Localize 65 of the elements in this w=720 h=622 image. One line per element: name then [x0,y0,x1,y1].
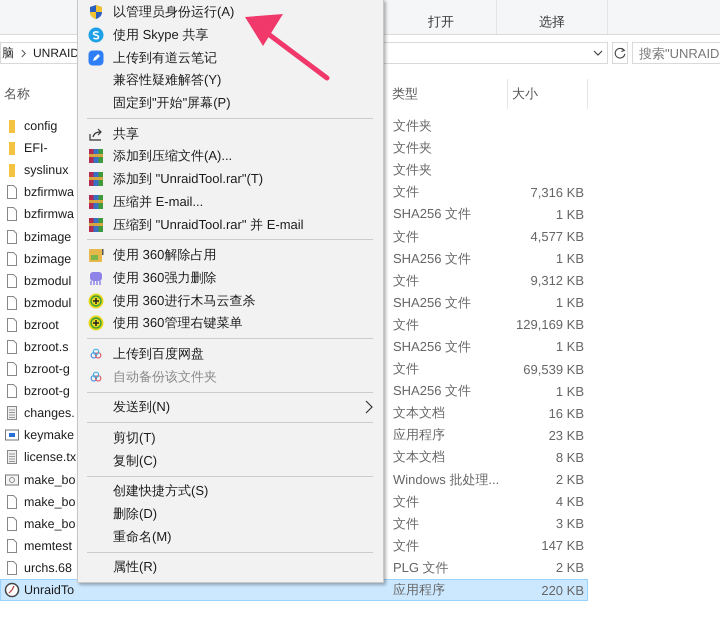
file-type: PLG 文件 [392,558,450,577]
file-size: 1 KB [554,206,584,222]
file-name: keymake [24,428,74,442]
file-name: bzfirmwa [24,185,74,200]
file-name: bzroot-g [24,362,70,376]
file-type: 应用程序 [392,426,446,444]
file-type: SHA256 文件 [392,382,472,400]
file-size: 4 KB [554,494,584,510]
file-size: 129,169 KB [515,317,584,332]
file-size: 1 KB [554,384,584,399]
file-type: SHA256 文件 [392,338,472,356]
file-size: 23 KB [548,428,584,443]
file-size: 2 KB [554,560,584,576]
file-type: SHA256 文件 [392,294,472,312]
file-size: 147 KB [540,538,584,554]
file-size: 69,539 KB [522,362,584,377]
file-name: make_bo [24,494,76,509]
file-type: 文件夹 [392,161,433,180]
file-size: 1 KB [554,295,584,310]
file-name: changes. [24,406,75,420]
file-name: bzroot.s [24,340,68,354]
file-name: bzmodul [24,296,72,310]
file-type: 文件 [392,492,420,511]
file-name: make_bo [24,472,76,487]
file-size: 1 KB [554,339,584,354]
file-type: SHA256 文件 [392,205,472,224]
file-type: 文件 [392,183,420,202]
file-size: 9,312 KB [530,273,584,288]
file-size: 2 KB [554,472,584,488]
file-type: 文本文档 [392,448,446,466]
ribbon-group-label: 选择 [539,13,565,31]
file-size: 7,316 KB [530,184,584,200]
file-name: bzimage [24,230,72,244]
file-size: 8 KB [554,450,584,465]
file-size: 3 KB [554,516,584,532]
file-size: 16 KB [548,406,584,421]
file-name: bzmodul [24,274,72,288]
file-type: 应用程序 [392,581,446,600]
file-name: make_bo [24,516,76,531]
file-type: 文件 [392,536,420,555]
file-name: UnraidTo [24,583,74,598]
file-type: SHA256 文件 [392,250,472,268]
file-name: syslinux [24,163,68,178]
ribbon-group-label: 打开 [428,13,454,31]
file-name: bzroot [24,318,59,332]
file-name: urchs.68 [24,560,72,575]
file-type: 文件 [392,272,420,290]
file-type: 文件 [392,514,420,533]
file-type: 文本文档 [392,404,446,422]
file-name: bzroot-g [24,384,70,398]
file-name: EFI- [24,141,48,156]
file-size: 4,577 KB [530,229,584,244]
file-size: 220 KB [540,582,584,598]
file-type: 文件夹 [392,117,433,136]
file-type: 文件夹 [392,139,433,158]
file-name: bzimage [24,252,72,266]
file-type: Windows 批处理... [392,470,500,489]
file-name: license.tx [24,450,76,464]
file-size: 1 KB [554,251,584,266]
file-name: bzfirmwa [24,207,74,222]
file-name: config [24,119,58,134]
file-name: memtest [24,538,72,553]
file-type: 文件 [392,360,420,378]
file-type: 文件 [392,228,420,246]
file-type: 文件 [392,316,420,334]
